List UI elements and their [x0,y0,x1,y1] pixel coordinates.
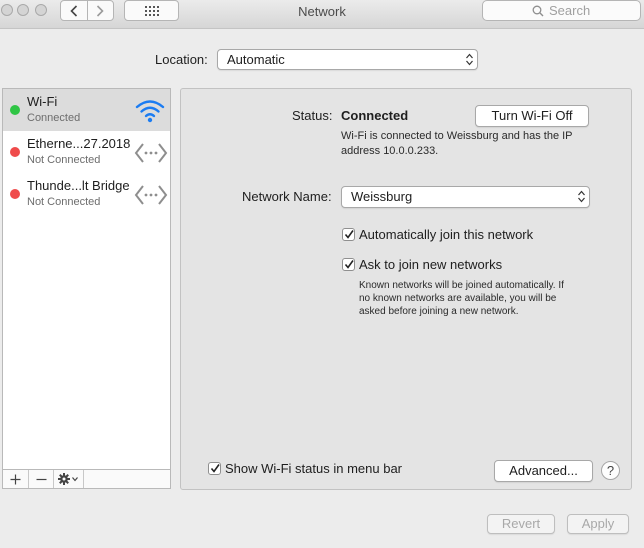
service-status: Connected [27,112,81,124]
apply-button[interactable]: Apply [567,514,629,534]
auto-join-label[interactable]: Automatically join this network [359,227,533,242]
status-dot [10,147,20,157]
search-field[interactable] [482,0,641,21]
network-name-value: Weissburg [351,189,413,204]
wifi-icon [135,100,165,123]
network-name-label: Network Name: [242,189,332,204]
title-bar: Network [0,0,644,29]
service-name: Thunde...lt Bridge [27,178,130,193]
plus-icon [10,474,21,484]
remove-service-button[interactable] [29,470,54,488]
minus-icon [36,478,46,480]
detail-pane: Status: Connected Turn Wi-Fi Off Wi-Fi i… [180,88,632,490]
turn-wifi-off-button[interactable]: Turn Wi-Fi Off [475,105,589,127]
service-name: Etherne...27.2018 [27,136,131,151]
show-status-checkbox[interactable] [208,462,221,475]
show-status-label[interactable]: Show Wi-Fi status in menu bar [225,461,402,476]
checkmark-icon [210,464,220,473]
status-dot [10,189,20,199]
status-label: Status: [292,108,333,123]
service-item-wifi[interactable]: Wi-Fi Connected [3,89,170,131]
auto-join-checkbox[interactable] [342,228,355,241]
help-button[interactable]: ? [601,461,620,480]
status-dot [10,105,20,115]
popup-arrows-icon [466,53,473,66]
service-status: Not Connected [27,154,101,166]
add-service-button[interactable] [3,470,29,488]
ask-to-join-label[interactable]: Ask to join new networks [359,257,502,272]
ethernet-icon [134,185,168,205]
network-name-popup[interactable]: Weissburg [341,186,590,208]
action-menu-button[interactable] [54,470,84,488]
revert-button[interactable]: Revert [487,514,555,534]
location-value: Automatic [227,52,285,67]
status-value: Connected [341,108,409,123]
location-label: Location: [155,52,208,67]
status-description-line-2: address 10.0.0.233. [341,145,439,157]
ask-join-description-line-1: Known networks will be joined automatica… [359,280,564,291]
location-popup[interactable]: Automatic [217,49,478,70]
ask-to-join-checkbox[interactable] [342,258,355,271]
popup-arrows-icon [578,190,585,203]
checkmark-icon [344,260,354,269]
advanced-button[interactable]: Advanced... [494,460,593,482]
service-item-thunderbolt-bridge[interactable]: Thunde...lt Bridge Not Connected [3,173,170,215]
ethernet-icon [134,143,168,163]
service-name: Wi-Fi [27,94,58,109]
ask-join-description-line-3: asked before joining a new network. [359,306,519,317]
search-icon [532,5,544,16]
service-list: Wi-Fi Connected Etherne...27.2018 Not Co… [2,88,171,470]
service-item-ethernet[interactable]: Etherne...27.2018 Not Connected [3,131,170,173]
ask-join-description-line-2: no known networks are available, you wil… [359,293,557,304]
checkmark-icon [344,230,354,239]
gear-icon [57,473,78,485]
search-input[interactable] [549,3,591,18]
service-status: Not Connected [27,196,101,208]
service-list-toolbar [2,470,171,489]
status-description-line-1: Wi-Fi is connected to Weissburg and has … [341,130,573,142]
